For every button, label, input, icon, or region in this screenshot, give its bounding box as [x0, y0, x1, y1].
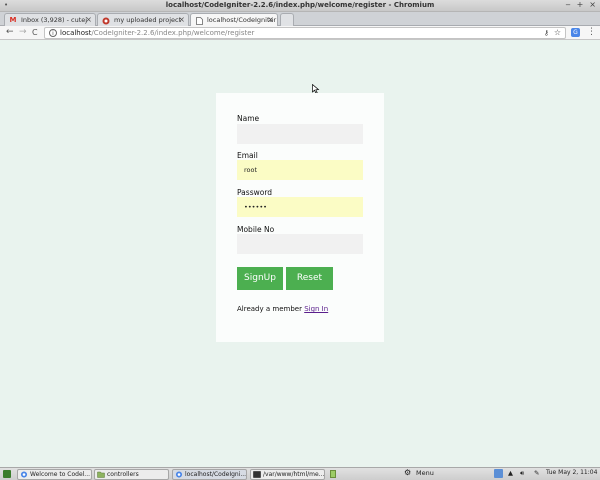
name-field[interactable]	[237, 124, 363, 144]
chromium-icon	[175, 471, 183, 478]
taskbar-item-terminal[interactable]: /var/www/html/me...	[250, 469, 325, 480]
clock: Tue May 2, 11:04	[546, 469, 598, 476]
bookmark-star-icon[interactable]: ☆	[554, 28, 561, 37]
notepad-icon[interactable]	[330, 470, 336, 478]
taskbar-item-label: controllers	[107, 471, 139, 478]
reload-icon[interactable]: C	[32, 28, 38, 37]
signin-link[interactable]: Sign In	[304, 305, 328, 313]
minimize-icon[interactable]: ‒	[566, 0, 571, 9]
email-field[interactable]: root	[237, 160, 363, 180]
member-prompt: Already a member Sign In	[237, 305, 328, 313]
tab-close-icon[interactable]: ×	[178, 15, 185, 24]
start-menu-icon[interactable]	[3, 470, 11, 478]
window-titlebar: • localhost/CodeIgniter-2.2.6/index.php/…	[0, 0, 600, 12]
volume-icon[interactable]: 🔊︎	[520, 469, 524, 478]
taskbar-item-welcome[interactable]: Welcome to Codel...	[17, 469, 92, 480]
taskbar-item-label: Welcome to Codel...	[30, 471, 91, 478]
pen-icon[interactable]: ✎	[534, 469, 539, 477]
tab-strip: M Inbox (3,928) - cutej × my uploaded pr…	[0, 12, 600, 27]
menu-gear-icon[interactable]: ⚙	[404, 468, 411, 477]
browser-toolbar: ← → C i localhost/CodeIgniter-2.2.6/inde…	[0, 26, 600, 40]
document-icon	[195, 17, 203, 25]
translate-icon[interactable]: G	[571, 28, 580, 37]
password-field[interactable]: ••••••	[237, 197, 363, 217]
mobile-field[interactable]	[237, 234, 363, 254]
member-text: Already a member	[237, 305, 302, 313]
window-title: localhost/CodeIgniter-2.2.6/index.php/we…	[165, 1, 435, 9]
tab-localhost-register[interactable]: localhost/CodeIgniter ×	[190, 13, 278, 27]
register-form: Name Email root Password •••••• Mobile N…	[216, 93, 384, 342]
url-path: /CodeIgniter-2.2.6/index.php/welcome/reg…	[91, 29, 255, 37]
tab-label: Inbox (3,928) - cutej	[21, 16, 88, 24]
name-label: Name	[237, 114, 260, 123]
tab-close-icon[interactable]: ×	[85, 15, 92, 24]
address-bar[interactable]: i localhost/CodeIgniter-2.2.6/index.php/…	[44, 27, 566, 39]
wifi-icon[interactable]: ▲	[508, 469, 513, 477]
url-text[interactable]: localhost/CodeIgniter-2.2.6/index.php/we…	[60, 29, 254, 37]
tab-label: my uploaded project	[114, 16, 182, 24]
new-tab-button[interactable]	[280, 13, 294, 26]
taskbar-item-controllers[interactable]: controllers	[94, 469, 169, 480]
info-icon[interactable]: i	[49, 29, 57, 37]
forward-icon[interactable]: →	[19, 27, 27, 37]
key-icon[interactable]: ⚷	[544, 29, 549, 37]
url-host: localhost	[60, 29, 92, 37]
menu-label[interactable]: Menu	[416, 469, 434, 477]
password-label: Password	[237, 188, 273, 197]
gmail-icon: M	[9, 16, 17, 24]
tab-label: localhost/CodeIgniter	[207, 16, 277, 24]
maximize-icon[interactable]: +	[577, 0, 584, 9]
chromium-icon	[20, 471, 28, 478]
taskbar: Welcome to Codel... controllers localhos…	[0, 467, 600, 480]
tab-close-icon[interactable]: ×	[267, 15, 274, 24]
signup-button[interactable]: SignUp	[237, 267, 283, 290]
reset-button[interactable]: Reset	[286, 267, 333, 290]
network-icon[interactable]	[494, 469, 503, 478]
email-label: Email	[237, 151, 258, 160]
mobile-label: Mobile No	[237, 225, 275, 234]
folder-icon	[97, 471, 105, 478]
tab-uploaded-project[interactable]: my uploaded project ×	[97, 13, 189, 26]
taskbar-item-label: /var/www/html/me...	[263, 471, 325, 478]
close-window-icon[interactable]: ×	[589, 0, 596, 9]
taskbar-item-localhost[interactable]: localhost/CodeIgni...	[172, 469, 247, 480]
terminal-icon	[253, 471, 261, 478]
tab-gmail-inbox[interactable]: M Inbox (3,928) - cutej ×	[4, 13, 96, 26]
back-icon[interactable]: ←	[6, 27, 14, 37]
page-icon	[102, 17, 110, 25]
taskbar-item-label: localhost/CodeIgni...	[185, 471, 247, 478]
browser-menu-icon[interactable]: ⋮	[587, 27, 596, 37]
